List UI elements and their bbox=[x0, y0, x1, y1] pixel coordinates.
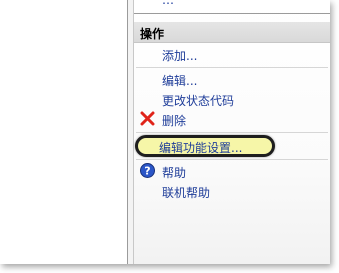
left-pane bbox=[0, 0, 127, 264]
separator bbox=[136, 132, 328, 133]
svg-text:?: ? bbox=[144, 165, 150, 178]
action-change-status-code[interactable]: 更改状态代码 bbox=[162, 92, 234, 109]
action-edit-feature-settings[interactable]: 编辑功能设置... bbox=[135, 135, 275, 157]
action-online-help[interactable]: 联机帮助 bbox=[162, 184, 210, 201]
action-add[interactable]: 添加... bbox=[162, 47, 197, 64]
pane-splitter[interactable] bbox=[127, 0, 134, 264]
actions-header-title: 操作 bbox=[140, 27, 165, 41]
help-icon: ? bbox=[140, 163, 155, 178]
action-edit[interactable]: 编辑... bbox=[162, 72, 197, 89]
action-help[interactable]: 帮助 bbox=[162, 164, 186, 181]
top-list-area: … bbox=[134, 0, 330, 14]
action-edit-feature-settings-label: 编辑功能设置... bbox=[159, 141, 243, 155]
truncated-item: … bbox=[162, 0, 175, 7]
delete-icon bbox=[140, 111, 155, 126]
separator bbox=[136, 67, 328, 68]
actions-header: 操作 bbox=[134, 22, 330, 43]
window-frame: … 操作 添加... 编辑... 更改状态代码 删除 ? 帮助 联机帮助 bbox=[0, 0, 330, 264]
action-delete[interactable]: 删除 bbox=[162, 112, 186, 129]
separator bbox=[136, 159, 328, 160]
actions-pane: … 操作 添加... 编辑... 更改状态代码 删除 ? 帮助 联机帮助 bbox=[134, 0, 330, 264]
